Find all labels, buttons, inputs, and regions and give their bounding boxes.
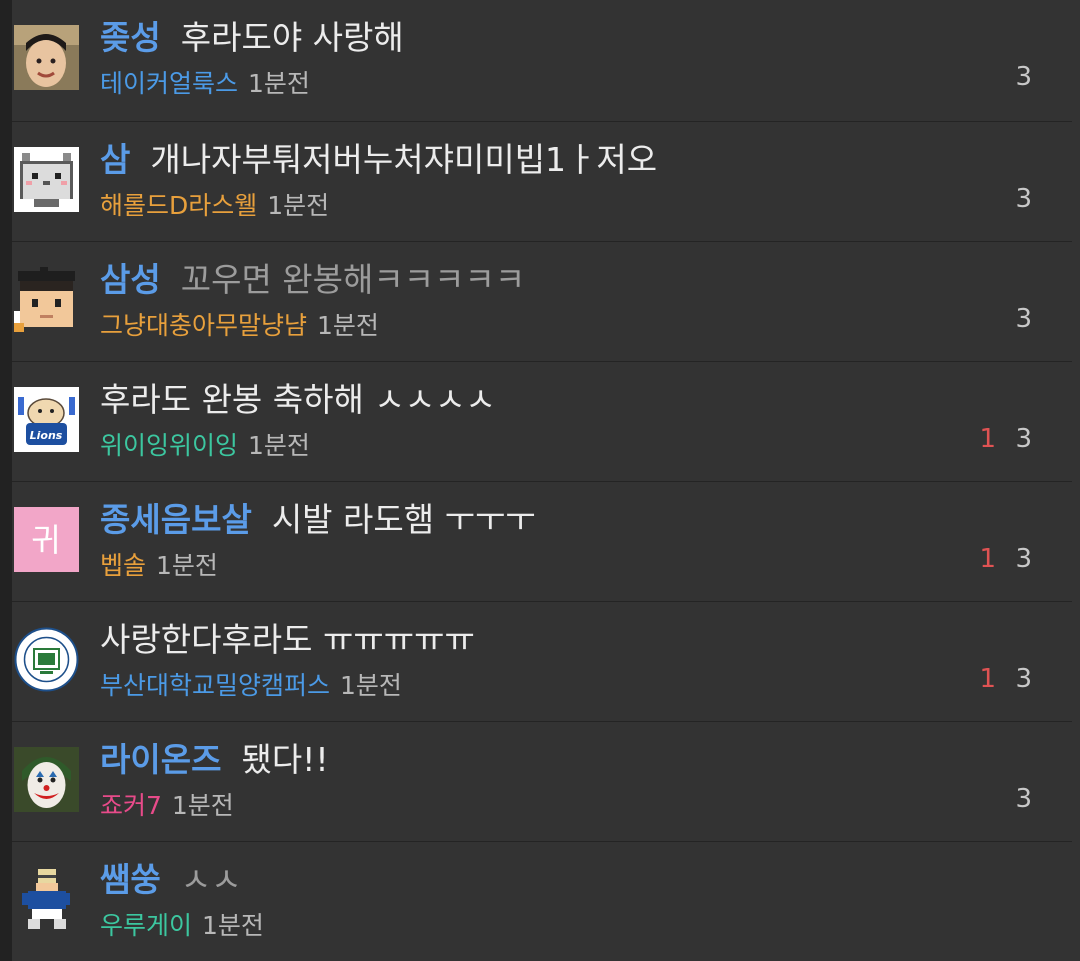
view-count: 3 — [1015, 184, 1032, 214]
post-time: 1분전 — [340, 671, 402, 700]
post-title: 시발 라도햄 ㅜㅜㅜ — [271, 500, 536, 539]
reply-count: 1 — [979, 544, 996, 574]
post-meta: 테이커얼룩스 1분전 — [100, 66, 310, 102]
post-meta: 위이잉위이잉 1분전 — [100, 428, 310, 464]
lions-mascot-avatar: Lions — [14, 387, 79, 452]
post-title-line: 종세음보살 시발 라도햄 ㅜㅜㅜ — [100, 498, 536, 542]
post-title-line: 라이온즈 됐다!! — [100, 738, 329, 782]
post-row[interactable]: 쌤쑹 ㅅㅅ 우루게이 1분전 — [12, 842, 1072, 955]
post-category: 라이온즈 — [100, 740, 222, 779]
post-category: 쌤쑹 — [100, 860, 161, 899]
post-time: 1분전 — [267, 191, 330, 220]
post-row[interactable]: Lions 후라도 완봉 축하해 ㅅㅅㅅㅅ 위이잉위이잉 1분전 1 3 — [12, 362, 1072, 482]
post-title: ㅅㅅ — [180, 860, 242, 899]
post-category: 삼 — [100, 140, 131, 179]
post-author: 그냥대충아무말냥냠 — [100, 311, 308, 340]
post-title-line: 좆성 후라도야 사랑해 — [100, 16, 404, 60]
pixel-cat-avatar — [14, 147, 79, 212]
post-author: 벱솔 — [100, 551, 147, 580]
boy-photo-avatar — [14, 25, 79, 90]
post-time: 1분전 — [317, 311, 379, 340]
post-time: 1분전 — [248, 431, 310, 460]
post-title: 후라도 완봉 축하해 ㅅㅅㅅㅅ — [100, 380, 496, 419]
pixel-graduate-avatar — [14, 267, 79, 332]
post-time: 1분전 — [156, 551, 218, 580]
svg-text:Lions: Lions — [30, 429, 63, 442]
post-title-line: 삼 개나자부퉈저버누처쟈미미빕1ㅏ저오 — [100, 138, 657, 182]
view-count: 3 — [1015, 664, 1032, 694]
post-title: 됐다!! — [241, 740, 329, 779]
post-category: 삼성 — [100, 260, 161, 299]
post-meta: 부산대학교밀양캠퍼스 1분전 — [100, 668, 402, 704]
post-title-line: 후라도 완봉 축하해 ㅅㅅㅅㅅ — [100, 378, 496, 422]
post-time: 1분전 — [248, 69, 310, 98]
post-author: 죠커7 — [100, 791, 162, 820]
reply-count: 1 — [979, 664, 996, 694]
post-row[interactable]: 라이온즈 됐다!! 죠커7 1분전 3 — [12, 722, 1072, 842]
left-edge — [0, 0, 12, 961]
post-row[interactable]: 삼성 꼬우면 완봉해ㅋㅋㅋㅋㅋ 그냥대충아무말냥냠 1분전 3 — [12, 242, 1072, 362]
post-author: 해롤드D라스웰 — [100, 191, 258, 220]
post-meta: 죠커7 1분전 — [100, 788, 234, 824]
post-time: 1분전 — [171, 791, 234, 820]
view-count: 3 — [1015, 544, 1032, 574]
post-title: 사랑한다후라도 ㅠㅠㅠㅠㅠ — [100, 620, 475, 659]
post-row[interactable]: 사랑한다후라도 ㅠㅠㅠㅠㅠ 부산대학교밀양캠퍼스 1분전 1 3 — [12, 602, 1072, 722]
avatar-letter: 귀 — [31, 521, 60, 559]
view-count: 3 — [1015, 784, 1032, 814]
post-title-line: 쌤쑹 ㅅㅅ — [100, 858, 241, 902]
post-category: 종세음보살 — [100, 500, 252, 539]
post-meta: 해롤드D라스웰 1분전 — [100, 188, 329, 224]
joker-avatar — [14, 747, 79, 812]
post-meta: 벱솔 1분전 — [100, 548, 218, 584]
post-category: 좆성 — [100, 18, 161, 57]
post-meta: 그냥대충아무말냥냠 1분전 — [100, 308, 379, 344]
post-author: 우루게이 — [100, 911, 193, 940]
post-title: 개나자부퉈저버누처쟈미미빕1ㅏ저오 — [150, 140, 658, 179]
reply-count: 1 — [979, 424, 996, 454]
view-count: 3 — [1015, 304, 1032, 334]
post-row[interactable]: 좆성 후라도야 사랑해 테이커얼룩스 1분전 3 — [12, 0, 1072, 122]
post-author: 테이커얼룩스 — [100, 69, 239, 98]
post-author: 부산대학교밀양캠퍼스 — [100, 671, 331, 700]
view-count: 3 — [1015, 62, 1032, 92]
post-meta: 우루게이 1분전 — [100, 908, 264, 944]
post-title-line: 삼성 꼬우면 완봉해ㅋㅋㅋㅋㅋ — [100, 258, 525, 302]
post-list: 좆성 후라도야 사랑해 테이커얼룩스 1분전 3 삼 개나자부퉈저버누처쟈미미빕… — [12, 0, 1072, 961]
pink-letter-avatar: 귀 — [14, 507, 79, 572]
post-row[interactable]: 삼 개나자부퉈저버누처쟈미미빕1ㅏ저오 해롤드D라스웰 1분전 3 — [12, 122, 1072, 242]
post-time: 1분전 — [202, 911, 264, 940]
post-title: 후라도야 사랑해 — [180, 18, 404, 57]
post-author: 위이잉위이잉 — [100, 431, 239, 460]
university-emblem-avatar — [14, 627, 79, 692]
post-title-line: 사랑한다후라도 ㅠㅠㅠㅠㅠ — [100, 618, 475, 662]
view-count: 3 — [1015, 424, 1032, 454]
post-row[interactable]: 귀 종세음보살 시발 라도햄 ㅜㅜㅜ 벱솔 1분전 1 3 — [12, 482, 1072, 602]
pixel-football-player-avatar — [14, 867, 79, 932]
post-title: 꼬우면 완봉해ㅋㅋㅋㅋㅋ — [180, 260, 526, 299]
